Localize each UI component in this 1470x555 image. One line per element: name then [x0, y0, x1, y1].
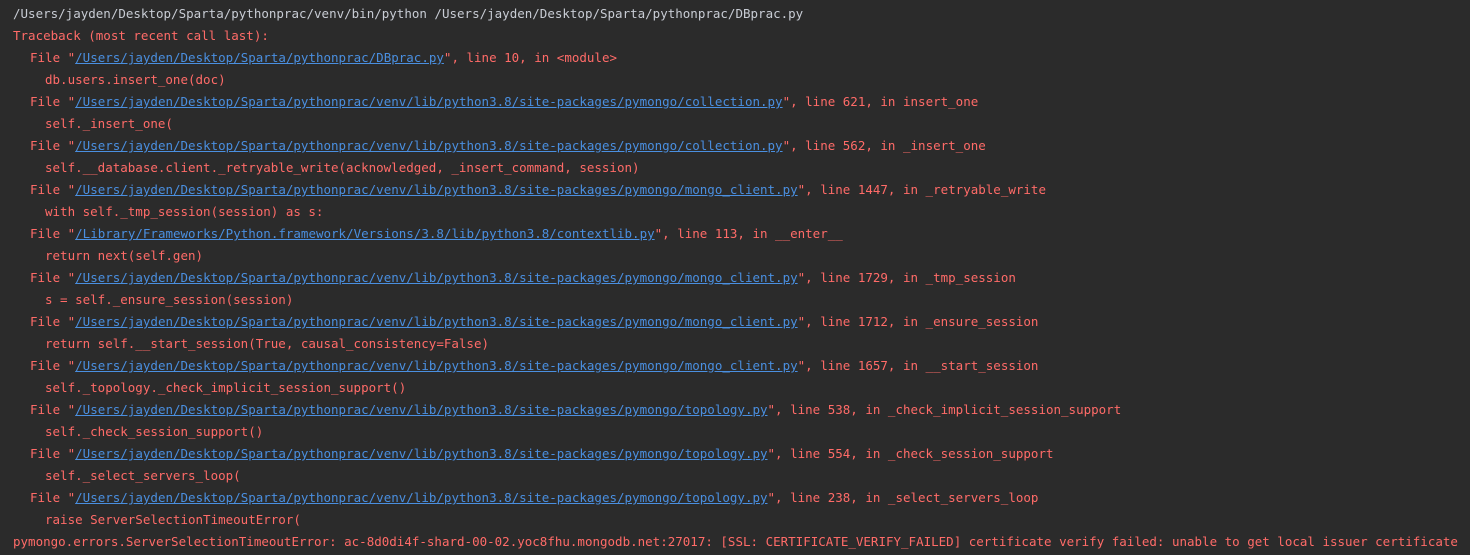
- file-path-link[interactable]: /Users/jayden/Desktop/Sparta/pythonprac/…: [75, 358, 797, 373]
- traceback-file-line: File "/Users/jayden/Desktop/Sparta/pytho…: [0, 91, 1470, 113]
- file-line-info: ", line 113, in __enter__: [654, 226, 843, 241]
- file-line-info: ", line 1712, in _ensure_session: [797, 314, 1039, 329]
- file-path-link[interactable]: /Users/jayden/Desktop/Sparta/pythonprac/…: [75, 402, 767, 417]
- file-line-info: ", line 10, in <module>: [443, 50, 618, 65]
- file-prefix: File ": [30, 94, 76, 109]
- file-prefix: File ": [30, 138, 76, 153]
- traceback-file-line: File "/Users/jayden/Desktop/Sparta/pytho…: [0, 399, 1470, 421]
- file-prefix: File ": [30, 50, 76, 65]
- traceback-frames: File "/Users/jayden/Desktop/Sparta/pytho…: [0, 47, 1470, 531]
- traceback-code-line: return self.__start_session(True, causal…: [45, 336, 490, 351]
- file-path-link[interactable]: /Users/jayden/Desktop/Sparta/pythonprac/…: [75, 94, 782, 109]
- traceback-file-line: File "/Users/jayden/Desktop/Sparta/pytho…: [0, 311, 1470, 333]
- traceback-code-line: s = self._ensure_session(session): [45, 292, 294, 307]
- file-line-info: ", line 554, in _check_session_support: [767, 446, 1054, 461]
- file-prefix: File ": [30, 182, 76, 197]
- file-line-info: ", line 1657, in __start_session: [797, 358, 1039, 373]
- traceback-file-line: File "/Users/jayden/Desktop/Sparta/pytho…: [0, 267, 1470, 289]
- file-line-info: ", line 621, in insert_one: [782, 94, 979, 109]
- traceback-code-line: return next(self.gen): [45, 248, 204, 263]
- file-path-link[interactable]: /Users/jayden/Desktop/Sparta/pythonprac/…: [75, 138, 782, 153]
- traceback-file-line: File "/Users/jayden/Desktop/Sparta/pytho…: [0, 487, 1470, 509]
- file-path-link[interactable]: /Users/jayden/Desktop/Sparta/pythonprac/…: [75, 50, 444, 65]
- traceback-code-line: self._topology._check_implicit_session_s…: [45, 380, 407, 395]
- run-command-line: /Users/jayden/Desktop/Sparta/pythonprac/…: [13, 6, 804, 21]
- file-prefix: File ": [30, 270, 76, 285]
- file-path-link[interactable]: /Users/jayden/Desktop/Sparta/pythonprac/…: [75, 446, 767, 461]
- traceback-header: Traceback (most recent call last):: [13, 28, 269, 43]
- traceback-file-line: File "/Users/jayden/Desktop/Sparta/pytho…: [0, 135, 1470, 157]
- file-path-link[interactable]: /Users/jayden/Desktop/Sparta/pythonprac/…: [75, 314, 797, 329]
- traceback-code-line: raise ServerSelectionTimeoutError(: [45, 512, 301, 527]
- traceback-code-line: self._insert_one(: [45, 116, 173, 131]
- traceback-code-line: self._select_servers_loop(: [45, 468, 241, 483]
- file-prefix: File ": [30, 402, 76, 417]
- traceback-code-line: self.__database.client._retryable_write(…: [45, 160, 640, 175]
- traceback-file-line: File "/Users/jayden/Desktop/Sparta/pytho…: [0, 47, 1470, 69]
- file-path-link[interactable]: /Users/jayden/Desktop/Sparta/pythonprac/…: [75, 270, 797, 285]
- exception-message: pymongo.errors.ServerSelectionTimeoutErr…: [13, 534, 1458, 549]
- file-prefix: File ": [30, 446, 76, 461]
- traceback-file-line: File "/Library/Frameworks/Python.framewo…: [0, 223, 1470, 245]
- traceback-file-line: File "/Users/jayden/Desktop/Sparta/pytho…: [0, 355, 1470, 377]
- file-prefix: File ": [30, 314, 76, 329]
- traceback-code-line: with self._tmp_session(session) as s:: [45, 204, 324, 219]
- file-line-info: ", line 562, in _insert_one: [782, 138, 986, 153]
- file-line-info: ", line 538, in _check_implicit_session_…: [767, 402, 1122, 417]
- file-path-link[interactable]: /Users/jayden/Desktop/Sparta/pythonprac/…: [75, 182, 797, 197]
- file-path-link[interactable]: /Library/Frameworks/Python.framework/Ver…: [75, 226, 654, 241]
- file-line-info: ", line 1447, in _retryable_write: [797, 182, 1046, 197]
- traceback-file-line: File "/Users/jayden/Desktop/Sparta/pytho…: [0, 443, 1470, 465]
- file-prefix: File ": [30, 358, 76, 373]
- run-console-output: /Users/jayden/Desktop/Sparta/pythonprac/…: [0, 0, 1470, 555]
- file-path-link[interactable]: /Users/jayden/Desktop/Sparta/pythonprac/…: [75, 490, 767, 505]
- traceback-code-line: self._check_session_support(): [45, 424, 264, 439]
- file-line-info: ", line 1729, in _tmp_session: [797, 270, 1016, 285]
- traceback-code-line: db.users.insert_one(doc): [45, 72, 226, 87]
- file-prefix: File ": [30, 226, 76, 241]
- file-prefix: File ": [30, 490, 76, 505]
- file-line-info: ", line 238, in _select_servers_loop: [767, 490, 1039, 505]
- traceback-file-line: File "/Users/jayden/Desktop/Sparta/pytho…: [0, 179, 1470, 201]
